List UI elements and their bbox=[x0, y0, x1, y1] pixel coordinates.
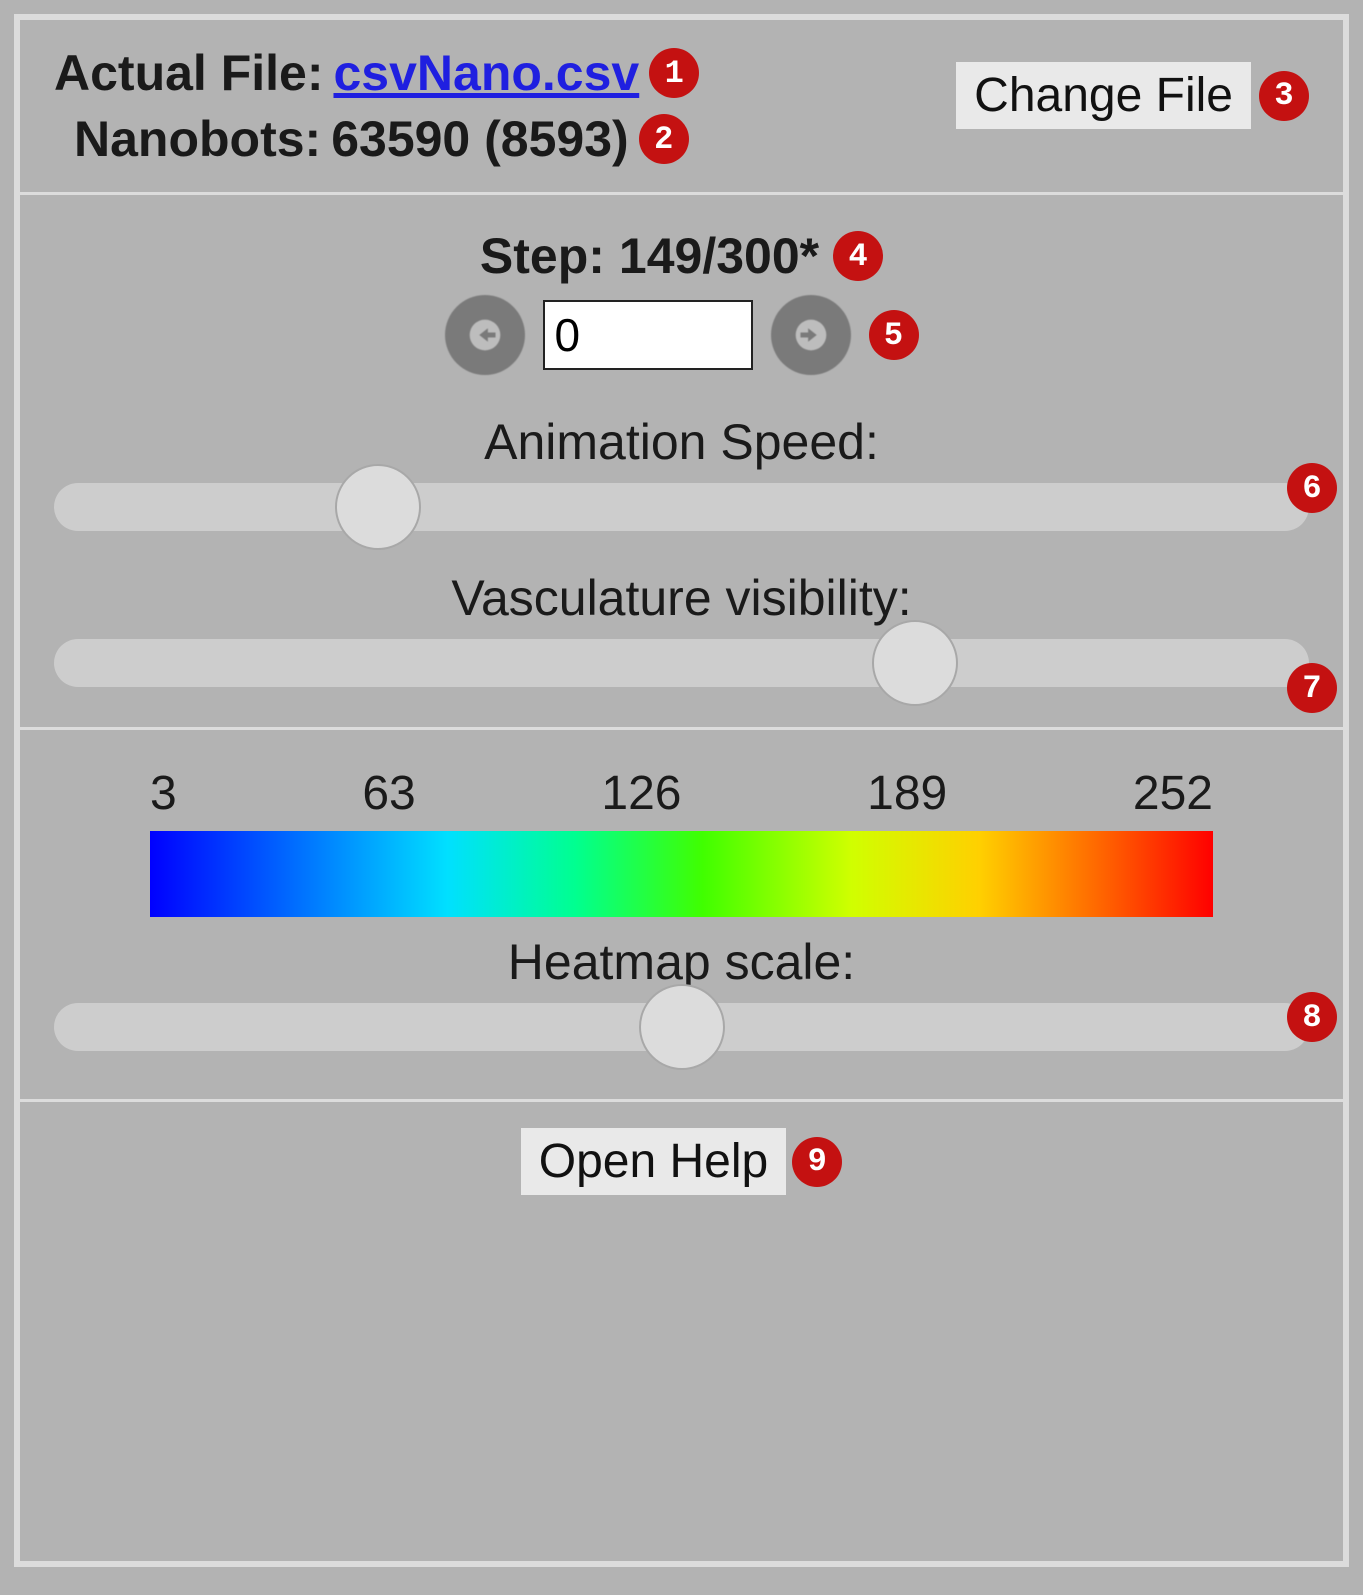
file-info-block: Actual File: csvNano.csv 1 Nanobots: 635… bbox=[54, 44, 699, 168]
animation-speed-row bbox=[54, 483, 1309, 531]
badge-5: 5 bbox=[869, 310, 919, 360]
animation-speed-slider[interactable] bbox=[54, 483, 1309, 531]
step-controls: 5 bbox=[445, 295, 919, 375]
animation-speed-label: Animation Speed: bbox=[54, 413, 1309, 471]
heatmap-scale-slider[interactable] bbox=[54, 1003, 1309, 1051]
step-prev-button[interactable] bbox=[445, 295, 525, 375]
change-file-wrap: Change File 3 bbox=[956, 62, 1309, 129]
badge-3: 3 bbox=[1259, 71, 1309, 121]
file-link[interactable]: csvNano.csv bbox=[333, 44, 639, 102]
vasculature-visibility-slider[interactable] bbox=[54, 639, 1309, 687]
step-section: Step: 149/300* 4 5 Animation Speed: 6 Va… bbox=[20, 195, 1343, 730]
badge-2: 2 bbox=[639, 114, 689, 164]
heatmap-section: 3 63 126 189 252 Heatmap scale: 8 bbox=[20, 730, 1343, 1102]
vasculature-visibility-label: Vasculature visibility: bbox=[54, 569, 1309, 627]
badge-1: 1 bbox=[649, 48, 699, 98]
heatmap-tick-4: 252 bbox=[1133, 766, 1213, 821]
badge-6: 6 bbox=[1287, 463, 1337, 513]
control-panel: Actual File: csvNano.csv 1 Nanobots: 635… bbox=[14, 14, 1349, 1567]
open-help-button[interactable]: Open Help bbox=[521, 1128, 786, 1195]
step-label-prefix: Step: bbox=[480, 227, 605, 285]
badge-9: 9 bbox=[792, 1137, 842, 1187]
step-label-row: Step: 149/300* 4 bbox=[480, 227, 883, 285]
badge-4: 4 bbox=[833, 231, 883, 281]
nanobots-row: Nanobots: 63590 (8593) 2 bbox=[54, 110, 699, 168]
step-input[interactable] bbox=[543, 300, 753, 370]
vasculature-visibility-row bbox=[54, 639, 1309, 687]
nanobots-label: Nanobots: bbox=[74, 110, 321, 168]
change-file-button[interactable]: Change File bbox=[956, 62, 1251, 129]
step-label-value: 149/300* bbox=[619, 227, 819, 285]
heatmap-tick-2: 126 bbox=[601, 766, 681, 821]
badge-7: 7 bbox=[1287, 663, 1337, 713]
heatmap-scale-label: Heatmap scale: bbox=[54, 933, 1309, 991]
file-section: Actual File: csvNano.csv 1 Nanobots: 635… bbox=[20, 20, 1343, 195]
actual-file-row: Actual File: csvNano.csv 1 bbox=[54, 44, 699, 102]
arrow-right-icon bbox=[788, 312, 834, 358]
heatmap-tick-0: 3 bbox=[150, 766, 177, 821]
actual-file-label: Actual File: bbox=[54, 44, 323, 102]
arrow-left-icon bbox=[462, 312, 508, 358]
nanobots-value: 63590 (8593) bbox=[331, 110, 628, 168]
heatmap-scale-row bbox=[54, 1003, 1309, 1051]
heatmap-ticks: 3 63 126 189 252 bbox=[54, 766, 1309, 821]
help-section: Open Help 9 bbox=[20, 1102, 1343, 1231]
heatmap-gradient bbox=[150, 831, 1213, 917]
heatmap-tick-3: 189 bbox=[867, 766, 947, 821]
step-next-button[interactable] bbox=[771, 295, 851, 375]
badge-8: 8 bbox=[1287, 992, 1337, 1042]
heatmap-tick-1: 63 bbox=[362, 766, 415, 821]
